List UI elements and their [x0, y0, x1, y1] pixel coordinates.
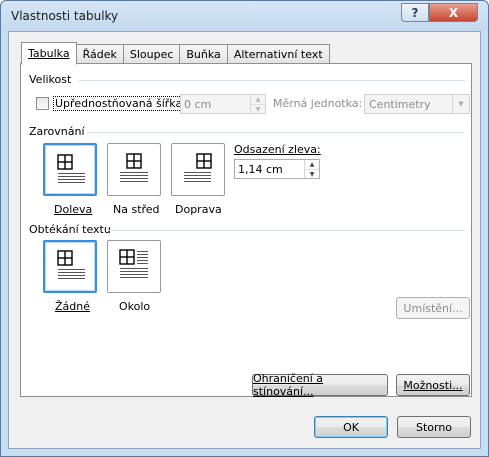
title-bar: Vlastnosti tabulky ? X — [1, 1, 488, 31]
tab-label: Řádek — [82, 47, 117, 61]
ok-button[interactable]: OK — [314, 416, 388, 438]
tab-panel-tabulka: Velikost Upřednostňovaná šířka: 0 cm ▲ ▼… — [20, 63, 472, 398]
align-left-text: Doleva — [54, 203, 93, 216]
borders-shading-label: Ohraničení a stínování... — [253, 372, 324, 398]
wrap-none-label: Žádné — [55, 300, 90, 313]
close-icon: X — [448, 5, 459, 20]
preferred-width-label: Upřednostňovaná šířka: — [53, 96, 188, 111]
width-spinner[interactable]: 0 cm ▲ ▼ — [180, 94, 266, 114]
tab-sloupec[interactable]: Sloupec — [122, 44, 180, 64]
tab-label: Alternativní text — [233, 47, 323, 61]
indent-spinner-arrows: ▲ ▼ — [304, 160, 319, 178]
borders-shading-button[interactable]: Ohraničení a stínování... — [252, 372, 388, 398]
wrap-around-button[interactable] — [107, 240, 161, 293]
wrapping-heading: Obtékání textu — [29, 223, 111, 236]
preferred-width-label-text: Upřednostňovaná šířka: — [53, 96, 188, 111]
tab-strip: Tabulka Řádek Sloupec Buňka Alternativní… — [21, 42, 330, 65]
table-center-icon — [120, 153, 148, 182]
table-left-icon — [57, 154, 85, 183]
section-divider — [79, 80, 465, 81]
indent-value: 1,14 cm — [238, 163, 283, 176]
align-right-label: Doprava — [175, 203, 222, 216]
chevron-down-icon: ▼ — [452, 95, 469, 113]
wrap-around-icon — [119, 249, 148, 278]
positioning-label: Umístění... — [403, 301, 463, 315]
unit-label: Měrná jednotka: — [273, 97, 363, 110]
table-right-icon — [184, 153, 212, 182]
spin-down-icon[interactable]: ▼ — [251, 104, 265, 113]
align-left-button[interactable] — [43, 143, 97, 196]
wrap-none-button[interactable] — [43, 240, 97, 293]
tab-label: Tabulka — [28, 47, 70, 60]
tab-label: Sloupec — [129, 47, 174, 61]
close-button[interactable]: X — [429, 3, 478, 22]
spin-up-icon[interactable]: ▲ — [305, 160, 319, 169]
align-left-label: Doleva — [54, 203, 92, 216]
indent-label-text: Odsazení zleva: — [234, 143, 321, 156]
tab-radek[interactable]: Řádek — [76, 44, 123, 64]
width-value: 0 cm — [184, 98, 212, 111]
wrap-none-icon — [57, 250, 85, 279]
spin-up-icon[interactable]: ▲ — [251, 95, 265, 104]
help-button[interactable]: ? — [401, 3, 429, 22]
positioning-button[interactable]: Umístění... — [396, 297, 470, 319]
dialog-client: Tabulka Řádek Sloupec Buňka Alternativní… — [8, 31, 481, 449]
section-divider — [87, 132, 465, 133]
spin-down-icon[interactable]: ▼ — [305, 169, 319, 178]
unit-value: Centimetry — [369, 98, 431, 111]
indent-spinner[interactable]: 1,14 cm ▲ ▼ — [234, 159, 320, 179]
wrap-around-label: Okolo — [119, 300, 151, 313]
tab-bunka[interactable]: Buňka — [179, 44, 227, 64]
ok-label: OK — [343, 420, 359, 434]
size-heading: Velikost — [29, 73, 72, 86]
cancel-button[interactable]: Storno — [397, 416, 471, 438]
options-label: Možnosti... — [403, 378, 463, 392]
unit-select[interactable]: Centimetry ▼ — [364, 94, 470, 114]
window-title: Vlastnosti tabulky — [11, 9, 119, 23]
align-right-button[interactable] — [171, 143, 225, 196]
width-spinner-arrows: ▲ ▼ — [250, 95, 265, 113]
align-center-label: Na střed — [113, 203, 160, 216]
cancel-label: Storno — [415, 420, 453, 434]
preferred-width-checkbox[interactable] — [36, 97, 49, 110]
dialog-window: Vlastnosti tabulky ? X Tabulka Řádek Slo… — [0, 0, 489, 457]
section-divider — [109, 230, 465, 231]
align-center-button[interactable] — [107, 143, 161, 196]
wrap-none-text: Žádné — [55, 300, 90, 313]
alignment-heading: Zarovnání — [29, 125, 85, 138]
help-icon: ? — [411, 5, 419, 20]
tab-label: Buňka — [186, 47, 221, 61]
options-button[interactable]: Možnosti... — [396, 374, 470, 396]
tab-tabulka[interactable]: Tabulka — [21, 42, 77, 65]
indent-label: Odsazení zleva: — [234, 143, 321, 156]
tab-alternativni-text[interactable]: Alternativní text — [226, 44, 330, 64]
